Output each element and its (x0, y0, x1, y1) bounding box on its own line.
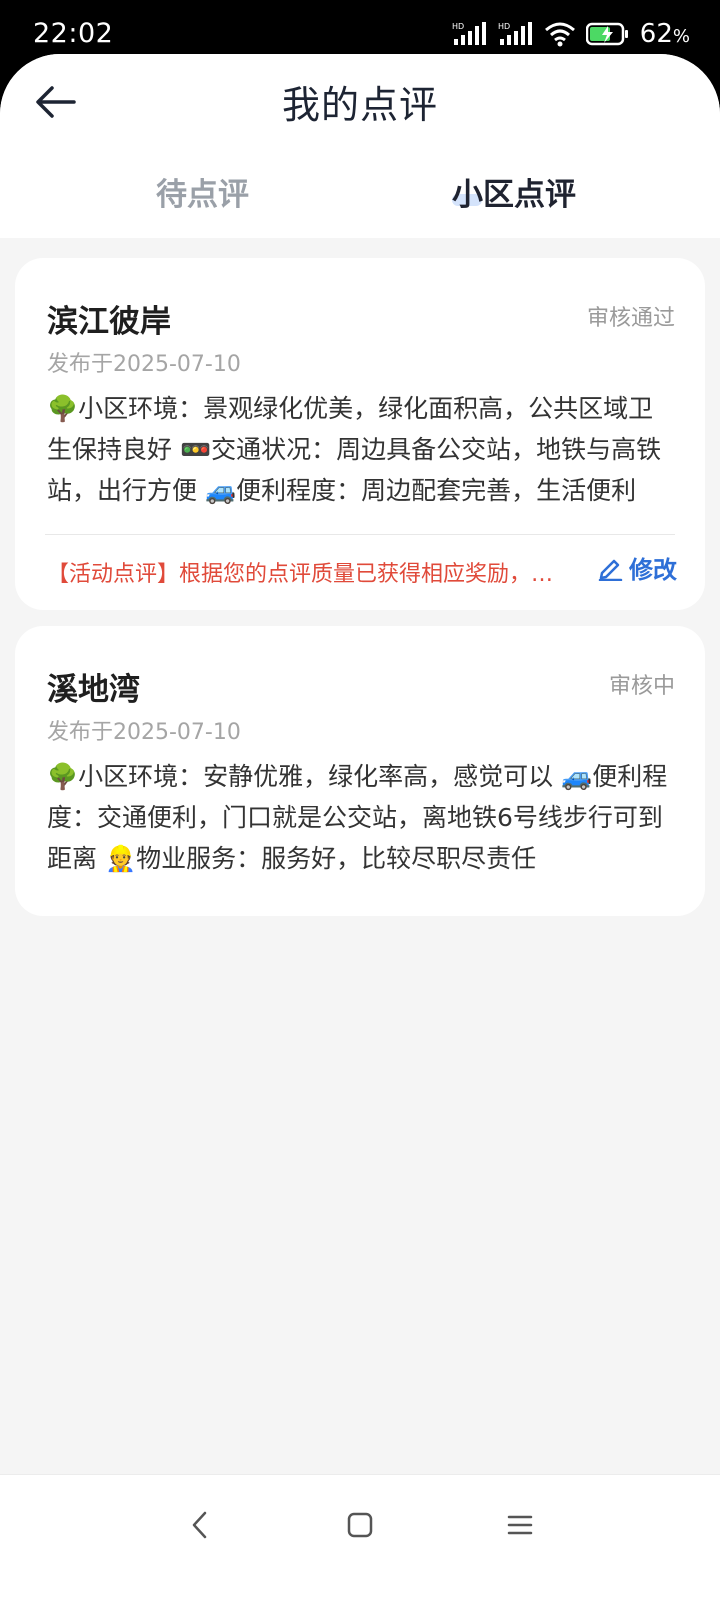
card-divider (45, 534, 675, 535)
page-title: 我的点评 (281, 83, 438, 127)
edit-pencil-icon (598, 559, 623, 581)
menu-lines-icon (507, 1515, 533, 1535)
tab-pending-review[interactable]: 待点评 (156, 169, 249, 214)
signal-hd-label-2: HD (498, 22, 510, 31)
signal-icon-2: HD (498, 22, 532, 45)
review-content: 🌳小区环境：安静优雅，绿化率高，感觉可以 🚙便利程度：交通便利，门口就是公交站，… (47, 762, 668, 873)
battery-percent-value: 62 (639, 19, 673, 49)
publish-date: 发布于2025-07-10 (47, 720, 241, 745)
nav-home-button[interactable] (340, 1505, 380, 1545)
community-name: 滨江彼岸 (47, 304, 171, 340)
review-card[interactable]: 溪地湾 审核中 发布于2025-07-10 🌳小区环境：安静优雅，绿化率高，感觉… (15, 626, 705, 916)
battery-percent: 62% (640, 19, 690, 49)
status-icons: HD HD 62% (452, 18, 690, 50)
edit-button[interactable]: 修改 (597, 550, 677, 585)
review-content: 🌳小区环境：景观绿化优美，绿化面积高，公共区域卫生保持良好 🚥交通状况：周边具备… (47, 394, 662, 505)
nav-back-button[interactable] (180, 1505, 220, 1545)
nav-menu-button[interactable] (500, 1505, 540, 1545)
back-chevron-icon (192, 1511, 207, 1539)
top-bar: 我的点评 待点评 小区点评 (0, 54, 720, 238)
home-square-icon (347, 1512, 373, 1538)
wifi-icon (544, 22, 575, 47)
signal-hd-label: HD (452, 22, 464, 31)
edit-label: 修改 (629, 556, 677, 584)
battery-icon (585, 22, 628, 46)
community-name: 溪地湾 (47, 672, 140, 708)
signal-icon: HD (452, 22, 486, 45)
tab-community-review[interactable]: 小区点评 (452, 169, 576, 214)
status-time: 22:02 (33, 18, 114, 49)
review-status: 审核中 (608, 674, 675, 699)
review-status: 审核通过 (586, 306, 675, 331)
reward-notice: 【活动点评】根据您的点评质量已获得相应奖励，感谢您的参与 (47, 562, 567, 587)
battery-percent-unit: % (672, 26, 690, 47)
system-nav-bar (0, 1474, 720, 1600)
publish-date: 发布于2025-07-10 (47, 352, 241, 377)
review-card[interactable]: 滨江彼岸 审核通过 发布于2025-07-10 🌳小区环境：景观绿化优美，绿化面… (15, 258, 705, 610)
app-screen: 我的点评 待点评 小区点评 滨江彼岸 审核通过 发布于2025-07-10 🌳小… (0, 54, 720, 1600)
